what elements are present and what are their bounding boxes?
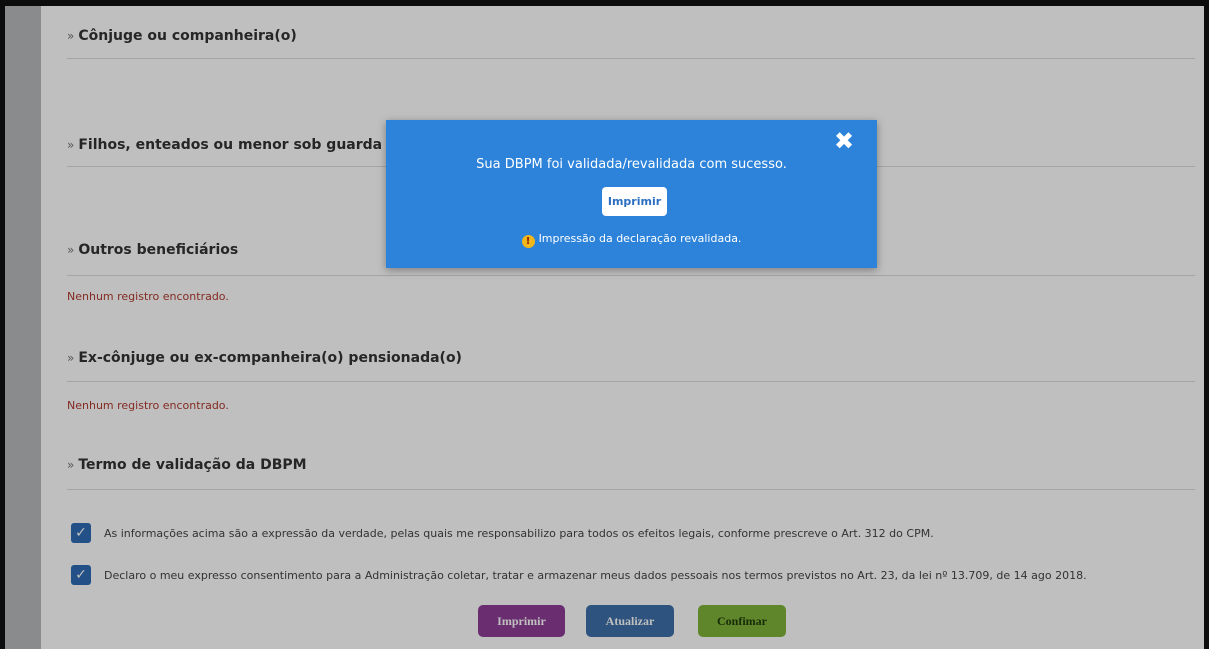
close-icon[interactable]: ✖	[833, 129, 855, 153]
modal-print-button[interactable]: Imprimir	[602, 187, 667, 216]
modal-note-text: Impressão da declaração revalidada.	[538, 232, 742, 245]
modal-message: Sua DBPM foi validada/revalidada com suc…	[476, 157, 787, 172]
warning-icon: !	[521, 235, 535, 248]
modal-note: ! Impressão da declaração revalidada.	[386, 232, 877, 248]
modal-backdrop[interactable]	[0, 0, 1209, 649]
success-modal: ✖ Sua DBPM foi validada/revalidada com s…	[386, 120, 877, 268]
